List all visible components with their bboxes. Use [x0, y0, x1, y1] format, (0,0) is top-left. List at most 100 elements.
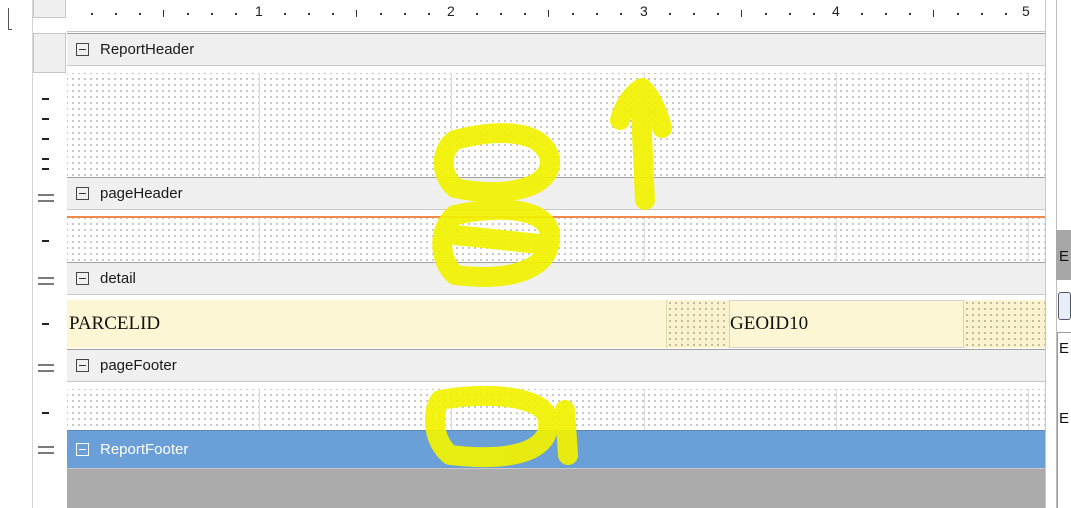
grid-column-line	[836, 389, 837, 430]
detail-resize-handle[interactable]	[35, 271, 57, 291]
ruler-tick	[42, 168, 49, 170]
ruler-dot	[596, 13, 598, 15]
band-page-header[interactable]: pageHeader	[67, 177, 1045, 210]
parcelid-textbox[interactable]: PARCELID	[67, 300, 667, 348]
detail-gap	[964, 300, 1045, 348]
collapse-icon[interactable]	[76, 443, 89, 456]
report-designer: 1 2 3 4 5 ReportHeader pageHeader detail…	[0, 0, 1071, 508]
ruler-dot	[788, 13, 791, 15]
band-title: ReportFooter	[100, 441, 189, 458]
panel-label: E	[1059, 248, 1070, 265]
grid-column-line	[259, 73, 260, 177]
grid-column-line	[259, 218, 260, 261]
grid-column-line	[836, 73, 837, 177]
ruler-dot	[379, 13, 382, 15]
grid-column-line	[644, 73, 645, 177]
horizontal-ruler: 1 2 3 4 5	[67, 0, 1045, 32]
ruler-number: 1	[255, 3, 263, 19]
ruler-dot	[500, 13, 502, 15]
report-header-ruler-handle[interactable]	[33, 33, 66, 73]
ruler-dot	[668, 13, 671, 15]
ruler-dot	[115, 13, 117, 15]
ruler-corner	[33, 0, 66, 18]
ruler-dot	[331, 13, 334, 15]
ruler-dot	[885, 13, 887, 15]
grid-column-line	[644, 389, 645, 430]
vertical-ruler	[32, 0, 67, 508]
band-report-footer[interactable]: ReportFooter	[67, 430, 1045, 469]
property-icon[interactable]	[1058, 292, 1071, 320]
ruler-tick	[42, 138, 49, 140]
ruler-dot	[476, 13, 478, 15]
band-title: pageFooter	[100, 357, 177, 374]
report-footer-area[interactable]	[67, 469, 1045, 508]
ruler-dot	[981, 13, 983, 15]
ruler-dot	[163, 10, 164, 17]
ruler-dot	[283, 13, 286, 15]
page-header-resize-handle[interactable]	[35, 188, 57, 208]
page-header-area[interactable]	[67, 218, 1045, 261]
panel-label: E	[1059, 340, 1070, 357]
ruler-tick	[42, 118, 49, 120]
panel-label: E	[1059, 410, 1070, 427]
band-title: ReportHeader	[100, 41, 195, 58]
ruler-tick	[42, 98, 49, 100]
ruler-number: 2	[447, 3, 455, 19]
ruler-dot	[139, 13, 141, 15]
ruler-dot	[909, 13, 911, 15]
grid-column-line	[1028, 389, 1029, 430]
collapse-icon[interactable]	[76, 43, 89, 56]
grid-column-line	[644, 218, 645, 261]
band-title: pageHeader	[100, 185, 183, 202]
ruler-dot	[957, 13, 959, 15]
page-footer-resize-handle[interactable]	[35, 358, 57, 378]
ruler-dot	[692, 13, 695, 15]
ruler-dot	[355, 10, 357, 17]
detail-area[interactable]: PARCELID GEOID10	[67, 300, 1045, 348]
grid-column-line	[259, 389, 260, 430]
ruler-dot	[548, 10, 549, 17]
ruler-dot	[716, 13, 719, 15]
ruler-dot	[740, 10, 742, 17]
band-report-header[interactable]: ReportHeader	[67, 33, 1045, 66]
ruler-dot	[861, 13, 863, 15]
ruler-dot	[524, 13, 526, 15]
band-detail[interactable]: detail	[67, 262, 1045, 295]
report-header-area[interactable]	[67, 73, 1045, 177]
grid-column-line	[451, 73, 452, 177]
collapse-icon[interactable]	[76, 359, 89, 372]
ruler-dot	[187, 13, 189, 15]
ruler-dot	[91, 13, 93, 15]
grid-column-line	[836, 218, 837, 261]
grid-column-line	[1028, 73, 1029, 177]
ruler-dot	[572, 13, 574, 15]
report-footer-resize-handle[interactable]	[35, 440, 57, 460]
designer-vertical-edge	[1045, 0, 1056, 508]
detail-gap	[667, 300, 729, 348]
ruler-dot	[235, 13, 237, 15]
ruler-dot	[211, 13, 213, 15]
ruler-number: 4	[832, 3, 840, 19]
ruler-tick	[42, 412, 49, 414]
ruler-dot	[1005, 13, 1007, 15]
ruler-dot	[427, 13, 430, 15]
ruler-dot	[307, 13, 310, 15]
ruler-dot	[764, 13, 767, 15]
ruler-tick	[42, 240, 49, 242]
ruler-number: 5	[1022, 3, 1030, 19]
ruler-dot	[933, 10, 934, 17]
ruler-dot	[620, 13, 622, 15]
grid-column-line	[451, 218, 452, 261]
ruler-dot	[812, 13, 815, 15]
band-page-footer[interactable]: pageFooter	[67, 349, 1045, 382]
band-title: detail	[100, 270, 136, 287]
collapse-icon[interactable]	[76, 187, 89, 200]
ruler-tick	[42, 158, 49, 160]
ruler-tick	[42, 323, 49, 325]
splitter-bracket	[8, 8, 12, 30]
grid-column-line	[451, 389, 452, 430]
geoid-textbox[interactable]: GEOID10	[729, 300, 964, 348]
ruler-dot	[403, 13, 406, 15]
collapse-icon[interactable]	[76, 272, 89, 285]
page-footer-area[interactable]	[67, 389, 1045, 430]
